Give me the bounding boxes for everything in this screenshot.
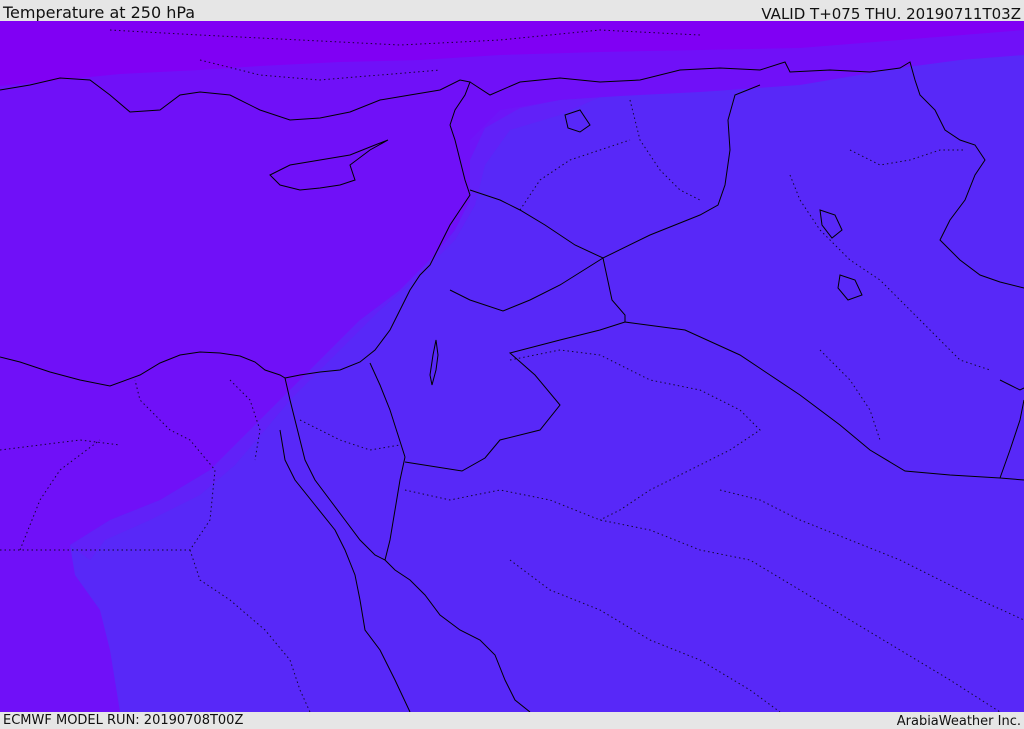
map-title: Temperature at 250 hPa <box>3 3 196 22</box>
footer-bar: ECMWF MODEL RUN: 20190708T00Z ArabiaWeat… <box>0 712 1024 729</box>
model-run-label: ECMWF MODEL RUN: 20190708T00Z <box>3 713 244 728</box>
credit-label: ArabiaWeather Inc. <box>896 714 1021 729</box>
header-bar: Temperature at 250 hPa VALID T+075 THU. … <box>0 0 1024 23</box>
map-canvas[interactable] <box>0 21 1024 712</box>
